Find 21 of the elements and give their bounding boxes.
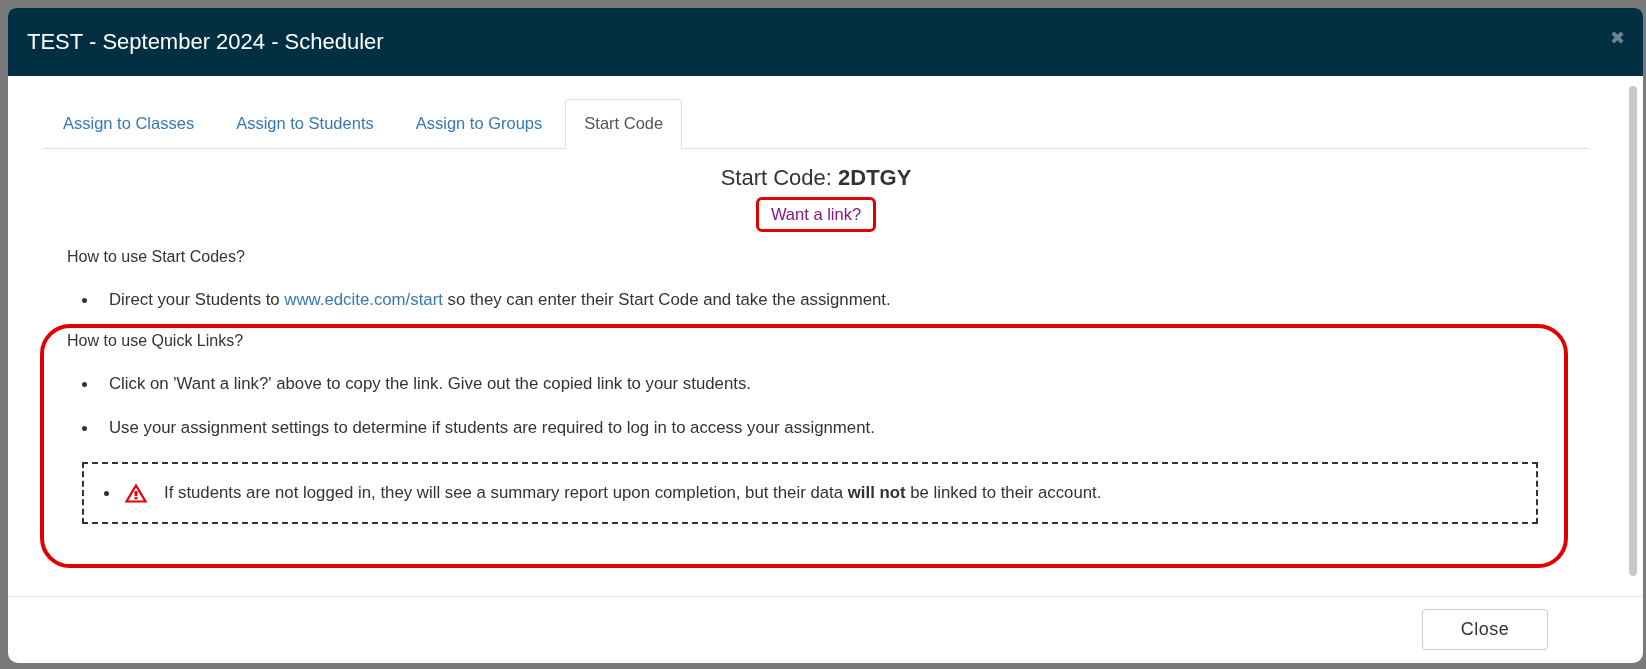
- start-link[interactable]: www.edcite.com/start: [284, 290, 443, 309]
- bullet-icon: [104, 490, 109, 496]
- tab[interactable]: Assign to Classes: [44, 99, 214, 149]
- section-heading: How to use Quick Links?: [67, 332, 245, 350]
- instruction-text: Use your assignment settings to determine if students are required to log in to access your assignment.: [109, 418, 875, 438]
- bullet-icon: [82, 381, 87, 387]
- bullet-icon: [82, 425, 87, 431]
- tab[interactable]: Assign to Groups: [396, 99, 562, 149]
- close-button[interactable]: Close: [1422, 609, 1548, 650]
- section-heading: How to use Start Codes?: [67, 248, 246, 266]
- tab[interactable]: Start Code: [565, 99, 683, 149]
- window-title: TEST - September 2024 - Scheduler: [27, 29, 384, 55]
- start-code-title: Start Code: 2DTGY: [720, 165, 912, 190]
- scrollbar[interactable]: [1629, 86, 1637, 576]
- warning-icon: [125, 483, 147, 503]
- want-link[interactable]: Want a link?: [755, 197, 877, 232]
- instruction-text: Click on 'Want a link?' above to copy the link. Give out the copied link to your students.: [109, 374, 751, 394]
- bullet-icon: [82, 297, 87, 303]
- warning-text: If students are not logged in, they will see a summary report upon completion, but their data will not be linked to their account.: [164, 483, 1102, 503]
- tab[interactable]: Assign to Students: [217, 99, 393, 149]
- instruction-text: Direct your Students to www.edcite.com/start so they can enter their Start Code and take the assignment.: [109, 290, 891, 310]
